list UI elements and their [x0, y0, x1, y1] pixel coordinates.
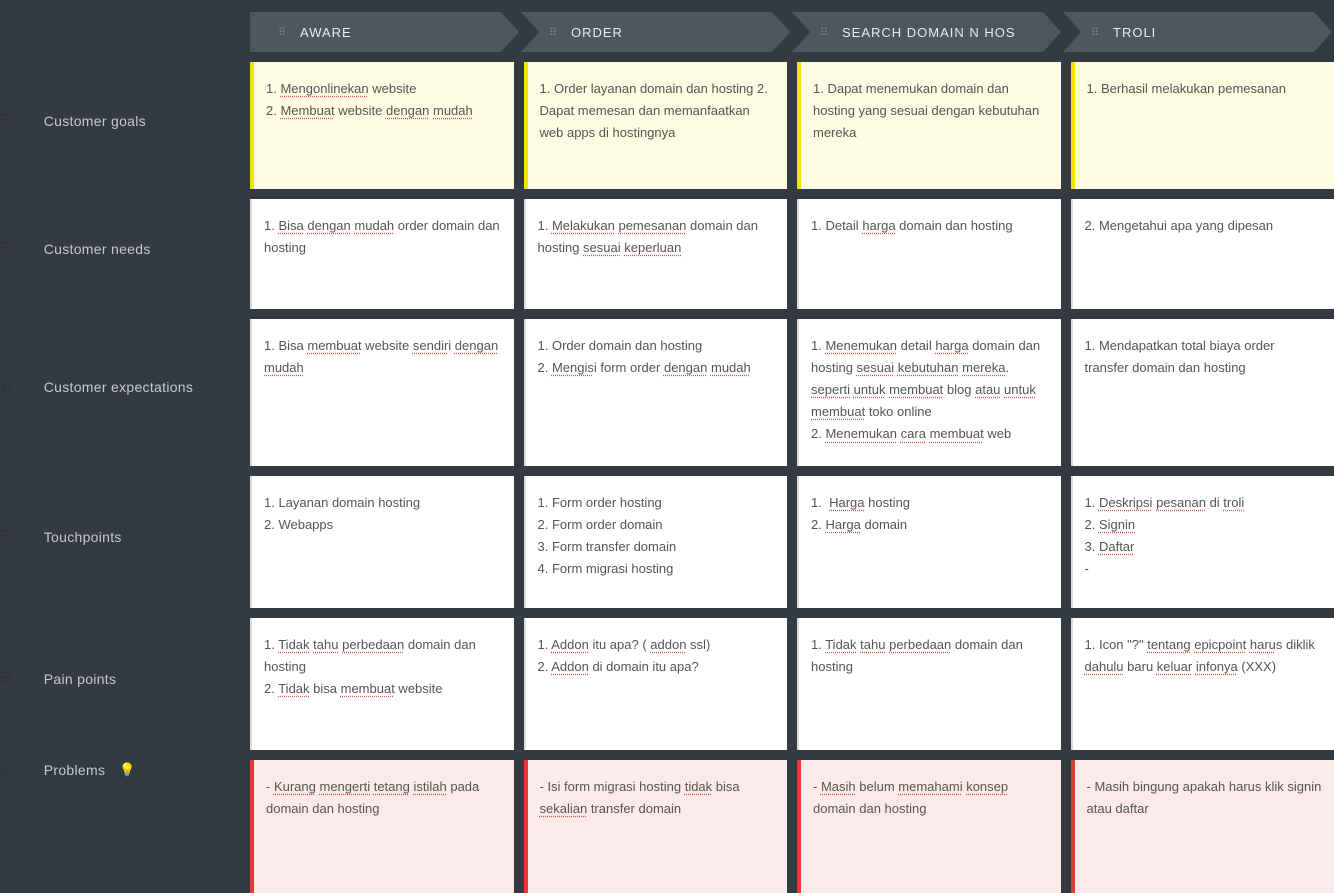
cell-prob-order[interactable]: - Isi form migrasi hosting tidak bisa se…: [524, 760, 788, 893]
cell-needs-aware[interactable]: 1. Bisa dengan mudah order domain dan ho…: [250, 199, 514, 309]
drag-icon: ⠿: [820, 26, 827, 39]
drag-icon: ⠿: [0, 111, 12, 131]
cell-expect-search[interactable]: 1. Menemukan detail harga domain dan hos…: [797, 319, 1061, 466]
cell-prob-search[interactable]: - Masih belum memahami konsep domain dan…: [797, 760, 1061, 893]
row-label-problems[interactable]: ⠿ Problems💡: [0, 750, 250, 790]
row-label-customer-expectations[interactable]: ⠿ Customer expectations: [0, 309, 250, 466]
cell-pain-aware[interactable]: 1. Tidak tahu perbedaan domain dan hosti…: [250, 618, 514, 750]
stage-header-row: ⠿ AWARE ⠿ ORDER ⠿ SEARCH DOMAIN N HOS ⠿ …: [250, 0, 1334, 52]
stage-aware[interactable]: ⠿ AWARE: [250, 12, 519, 52]
row-label-customer-needs[interactable]: ⠿ Customer needs: [0, 189, 250, 309]
row-label-pain-points[interactable]: ⠿ Pain points: [0, 608, 250, 750]
drag-icon: ⠿: [549, 26, 556, 39]
cell-needs-troli[interactable]: 2. Mengetahui apa yang dipesan: [1071, 199, 1334, 309]
drag-icon: ⠿: [0, 239, 12, 259]
lightbulb-icon: 💡: [119, 762, 136, 778]
cell-pain-search[interactable]: 1. Tidak tahu perbedaan domain dan hosti…: [797, 618, 1061, 750]
cell-goals-search[interactable]: 1. Dapat menemukan domain dan hosting ya…: [797, 62, 1061, 189]
drag-icon: ⠿: [0, 760, 12, 780]
cell-touch-order[interactable]: 1. Form order hosting2. Form order domai…: [524, 476, 788, 608]
cell-pain-order[interactable]: 1. Addon itu apa? ( addon ssl) 2. Addon …: [524, 618, 788, 750]
cell-expect-troli[interactable]: 1. Mendapatkan total biaya order transfe…: [1071, 319, 1334, 466]
cell-needs-search[interactable]: 1. Detail harga domain dan hosting: [797, 199, 1061, 309]
row-label-customer-goals[interactable]: ⠿ Customer goals: [0, 52, 250, 189]
cell-touch-aware[interactable]: 1. Layanan domain hosting2. Webapps: [250, 476, 514, 608]
cell-pain-troli[interactable]: 1. Icon "?" tentang epicpoint harus dikl…: [1071, 618, 1334, 750]
drag-icon: ⠿: [278, 26, 285, 39]
drag-icon: ⠿: [0, 527, 12, 547]
stage-search[interactable]: ⠿ SEARCH DOMAIN N HOS: [792, 12, 1061, 52]
cell-goals-aware[interactable]: 1. Mengonlinekan website 2. Membuat webs…: [250, 62, 514, 189]
drag-icon: ⠿: [0, 669, 12, 689]
cell-prob-troli[interactable]: - Masih bingung apakah harus klik signin…: [1071, 760, 1334, 893]
stage-troli[interactable]: ⠿ TROLI: [1063, 12, 1332, 52]
cell-touch-troli[interactable]: 1. Deskripsi pesanan di troli 2. Signin …: [1071, 476, 1334, 608]
cell-goals-order[interactable]: 1. Order layanan domain dan hosting 2. D…: [524, 62, 788, 189]
main-grid: ⠿ AWARE ⠿ ORDER ⠿ SEARCH DOMAIN N HOS ⠿ …: [250, 0, 1334, 893]
cell-expect-order[interactable]: 1. Order domain dan hosting 2. Mengisi f…: [524, 319, 788, 466]
sidebar: ⠿ Customer goals ⠿ Customer needs ⠿ Cust…: [0, 0, 250, 893]
stage-order[interactable]: ⠿ ORDER: [521, 12, 790, 52]
drag-icon: ⠿: [1091, 26, 1098, 39]
cell-prob-aware[interactable]: - Kurang mengerti tetang istilah pada do…: [250, 760, 514, 893]
row-label-touchpoints[interactable]: ⠿ Touchpoints: [0, 466, 250, 608]
cell-touch-search[interactable]: 1. Harga hosting2. Harga domain: [797, 476, 1061, 608]
cell-needs-order[interactable]: 1. Melakukan pemesanan domain dan hostin…: [524, 199, 788, 309]
cell-goals-troli[interactable]: 1. Berhasil melakukan pemesanan: [1071, 62, 1334, 189]
journey-map: ⠿ Customer goals ⠿ Customer needs ⠿ Cust…: [0, 0, 1334, 893]
cell-expect-aware[interactable]: 1. Bisa membuat website sendiri dengan m…: [250, 319, 514, 466]
drag-icon: ⠿: [0, 378, 12, 398]
